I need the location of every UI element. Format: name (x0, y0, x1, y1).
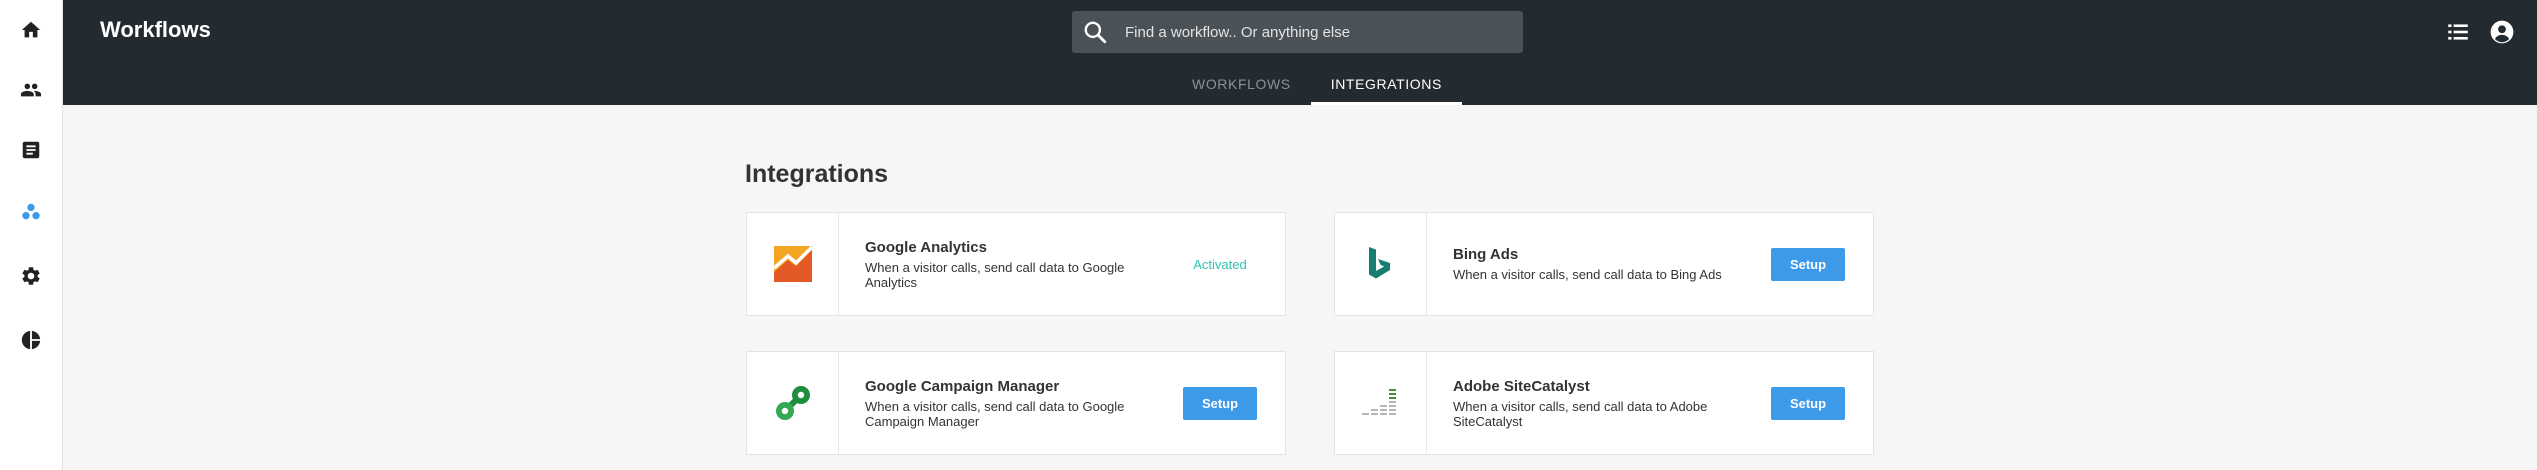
search-box[interactable] (1072, 11, 1523, 53)
google-analytics-logo-icon (773, 246, 812, 282)
setup-button[interactable]: Setup (1771, 386, 1845, 420)
integration-card-google-analytics: Google Analytics When a visitor calls, s… (746, 212, 1286, 316)
top-header: Workflows Workflows Integrations (62, 0, 2537, 105)
integration-card-bing-ads: Bing Ads When a visitor calls, send call… (1334, 212, 1874, 316)
card-name: Google Analytics (865, 238, 987, 256)
tab-integrations[interactable]: Integrations (1310, 74, 1462, 105)
rail-item-reports[interactable] (0, 130, 62, 170)
rail-item-home[interactable] (0, 10, 62, 50)
card-logo (747, 352, 839, 454)
rail-item-workflows[interactable] (0, 192, 62, 232)
card-description: When a visitor calls, send call data to … (865, 259, 1125, 290)
card-description: When a visitor calls, send call data to … (1453, 398, 1708, 429)
card-logo (1335, 352, 1427, 454)
setup-button[interactable]: Setup (1183, 386, 1257, 420)
setup-button[interactable]: Setup (1771, 247, 1845, 281)
card-name: Google Campaign Manager (865, 377, 1060, 395)
gear-icon (22, 267, 40, 285)
integrations-section: Integrations Google Analytics When a vis… (745, 160, 1874, 455)
people-icon (20, 83, 42, 97)
card-logo (747, 213, 839, 315)
integration-card-adobe-sitecatalyst: Adobe SiteCatalyst When a visitor calls,… (1334, 351, 1874, 455)
integration-card-google-campaign-manager: Google Campaign Manager When a visitor c… (746, 351, 1286, 455)
header-icons (2445, 19, 2515, 45)
rail-item-settings[interactable] (0, 256, 62, 296)
tab-bar: Workflows Integrations (1172, 74, 1462, 105)
rail-item-people[interactable] (0, 70, 62, 110)
card-name: Adobe SiteCatalyst (1453, 377, 1590, 395)
card-description: When a visitor calls, send call data to … (865, 398, 1125, 429)
workflows-icon (22, 203, 40, 220)
list-view-button[interactable] (2445, 19, 2471, 45)
home-icon (21, 21, 41, 38)
search-icon (1084, 21, 1107, 44)
tab-workflows[interactable]: Workflows (1172, 74, 1311, 105)
account-circle-icon (2490, 20, 2514, 44)
search-input[interactable] (1123, 22, 1507, 42)
card-description: When a visitor calls, send call data to … (1453, 267, 1722, 282)
app-title: Workflows (100, 17, 211, 42)
page-title: Integrations (745, 160, 889, 188)
sitecatalyst-logo-icon (1361, 389, 1396, 415)
card-name: Bing Ads (1453, 246, 1519, 263)
card-logo (1335, 213, 1427, 315)
list-icon (2448, 24, 2468, 40)
account-button[interactable] (2489, 19, 2515, 45)
status-activated: Activated (1193, 256, 1247, 272)
left-rail (0, 0, 63, 470)
rail-item-analytics[interactable] (0, 320, 62, 360)
campaign-manager-logo-icon (775, 386, 810, 420)
bing-logo-icon (1368, 247, 1390, 279)
document-icon (22, 141, 40, 159)
pie-chart-icon (21, 330, 41, 350)
